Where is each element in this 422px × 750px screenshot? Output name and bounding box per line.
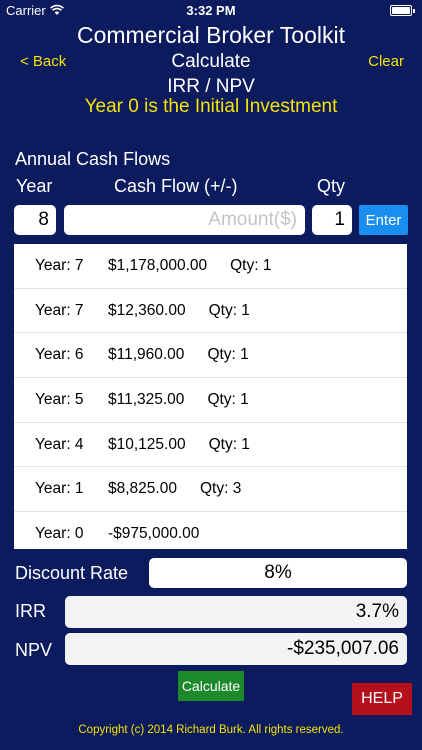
row-amount: $11,325.00 — [108, 390, 185, 408]
qty-input[interactable]: 1 — [312, 205, 352, 235]
row-qty: Qty: 1 — [230, 256, 272, 274]
clear-button[interactable]: Clear — [368, 53, 404, 70]
row-year: Year: 4 — [35, 435, 84, 453]
row-year: Year: 7 — [35, 256, 84, 274]
list-item[interactable]: Year: 7 $12,360.00 Qty: 1 — [14, 289, 407, 334]
nav-title: Calculate — [171, 51, 251, 72]
row-year: Year: 7 — [35, 301, 84, 319]
row-amount: $10,125.00 — [108, 435, 186, 453]
calculate-button[interactable]: Calculate — [178, 671, 244, 701]
irr-label: IRR — [15, 601, 46, 621]
annual-cash-flows-label: Annual Cash Flows — [15, 149, 171, 169]
app-title: Commercial Broker Toolkit — [77, 22, 345, 48]
row-qty: Qty: 3 — [199, 480, 242, 498]
row-qty: Qty: 1 — [208, 435, 250, 453]
row-year: Year: 5 — [35, 390, 84, 408]
list-item[interactable]: Year: 7 $1,178,000.00 Qty: 1 — [14, 244, 407, 289]
clock: 3:32 PM — [186, 3, 236, 18]
list-item[interactable]: Year: 4 $10,125.00 Qty: 1 — [14, 423, 407, 468]
qty-column-label: Qty — [317, 176, 346, 196]
cash-flow-list[interactable]: Year: 7 $1,178,000.00 Qty: 1 Year: 7 $12… — [14, 244, 407, 549]
row-amount: $11,960.00 — [108, 346, 185, 364]
enter-button[interactable]: Enter — [359, 205, 408, 235]
row-year: Year: 1 — [35, 480, 84, 498]
row-qty: Qty: 1 — [208, 301, 250, 319]
list-item[interactable]: Year: 0 -$975,000.00 — [14, 512, 407, 549]
list-item[interactable]: Year: 6 $11,960.00 Qty: 1 — [14, 333, 407, 379]
npv-label: NPV — [15, 640, 53, 660]
npv-output: -$235,007.06 — [65, 633, 407, 665]
row-amount: $12,360.00 — [108, 301, 186, 319]
row-qty: Qty: 1 — [207, 346, 249, 364]
status-bar: Carrier 3:32 PM — [0, 0, 422, 22]
list-item[interactable]: Year: 5 $11,325.00 Qty: 1 — [14, 378, 407, 423]
page-subtitle: IRR / NPV — [167, 76, 255, 97]
discount-rate-input[interactable]: 8% — [149, 558, 407, 588]
discount-rate-label: Discount Rate — [15, 563, 129, 583]
row-year: Year: 6 — [35, 346, 84, 364]
row-qty: Qty: 1 — [207, 390, 249, 408]
year-input[interactable]: 8 — [14, 205, 56, 235]
list-item[interactable]: Year: 1 $8,825.00 Qty: 3 — [14, 467, 407, 513]
help-button[interactable]: HELP — [352, 683, 412, 715]
irr-output: 3.7% — [65, 596, 407, 628]
amount-input[interactable]: Amount($) — [64, 205, 305, 235]
initial-investment-notice: Year 0 is the Initial Investment — [84, 96, 338, 117]
row-amount: $8,825.00 — [108, 480, 177, 498]
year-column-label: Year — [16, 176, 53, 196]
row-amount: $1,178,000.00 — [108, 256, 208, 274]
cash-flow-column-label: Cash Flow (+/-) — [114, 176, 238, 196]
row-year: Year: 0 — [35, 524, 84, 542]
row-amount: -$975,000.00 — [108, 524, 200, 542]
copyright-notice: Copyright (c) 2014 Richard Burk. All rig… — [78, 724, 344, 736]
battery-icon — [390, 5, 415, 16]
